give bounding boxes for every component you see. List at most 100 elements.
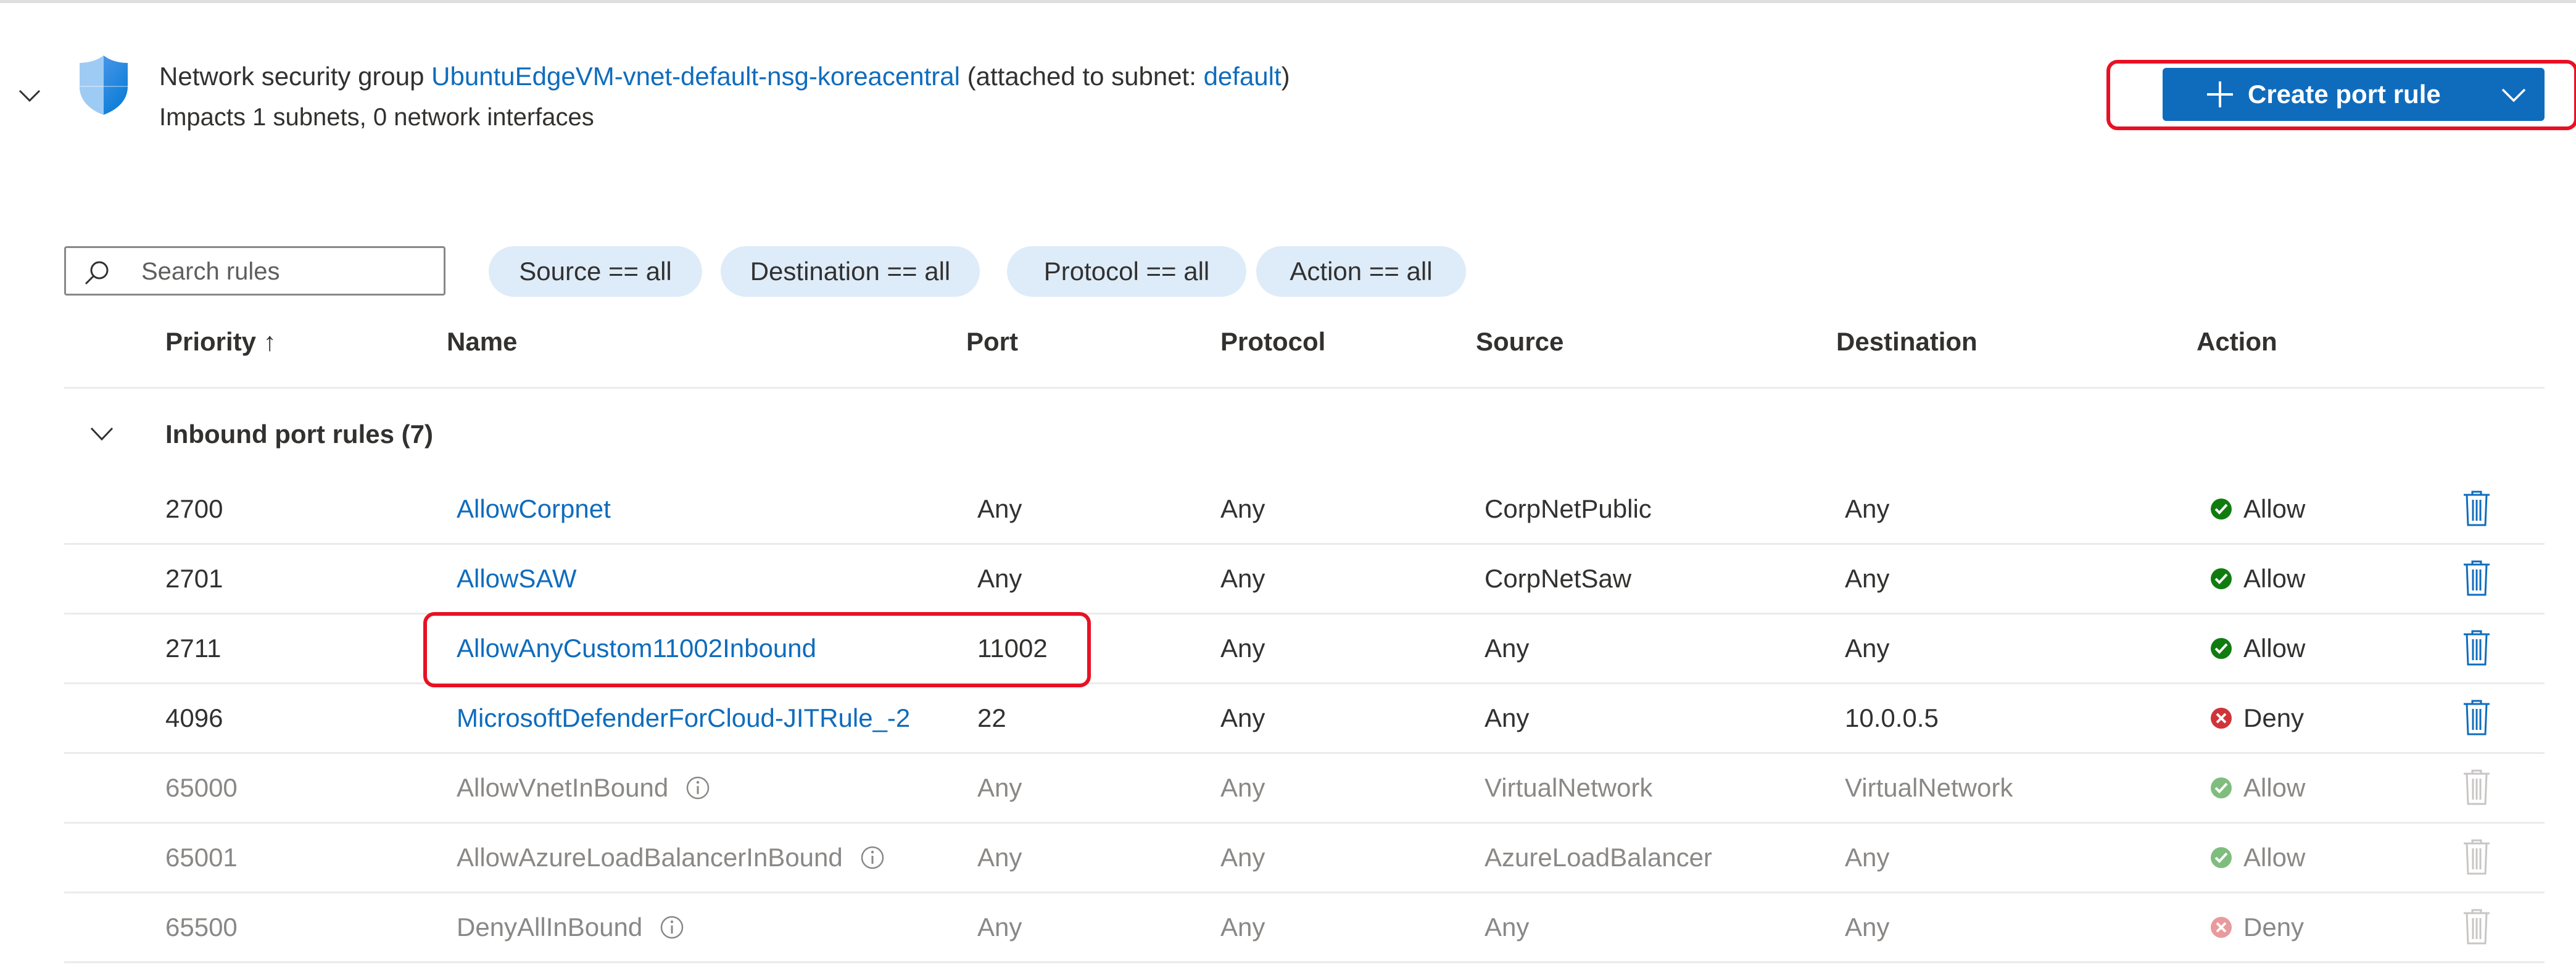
filter-source[interactable]: Source == all [489,246,702,297]
group-chevron-down-icon[interactable] [89,424,114,444]
rule-port: 22 [977,703,1006,732]
table-row[interactable]: 4096 MicrosoftDefenderForCloud-JITRule_-… [64,684,2545,754]
rule-protocol: Any [1220,843,1265,872]
rule-priority: 65001 [165,843,238,872]
rule-action: Allow [2210,824,2305,892]
rule-source: CorpNetPublic [1485,494,1652,523]
rule-source: AzureLoadBalancer [1485,843,1712,872]
column-header-action[interactable]: Action [2197,327,2277,357]
allow-check-icon [2211,638,2232,659]
filter-action[interactable]: Action == all [1256,246,1466,297]
delete-trash-icon-disabled [2464,769,2490,805]
delete-trash-icon[interactable] [2461,560,2492,597]
nsg-name-link[interactable]: UbuntuEdgeVM-vnet-default-nsg-koreacentr… [431,62,960,91]
delete-trash-icon[interactable] [2461,699,2492,736]
allow-check-icon [2211,847,2232,868]
rule-protocol: Any [1220,703,1265,732]
search-input[interactable] [141,254,431,289]
deny-x-icon [2211,917,2232,938]
column-header-port[interactable]: Port [966,327,1018,357]
column-header-source[interactable]: Source [1476,327,1563,357]
rule-priority: 2701 [165,564,223,593]
table-row[interactable]: 2700 AllowCorpnet Any Any CorpNetPublic … [64,475,2545,545]
rule-action: Allow [2210,475,2305,543]
column-header-priority[interactable]: Priority ↑ [165,327,276,357]
allow-check-icon [2211,499,2232,520]
rule-name-link[interactable]: AllowCorpnet [457,475,987,543]
nsg-title: Network security group UbuntuEdgeVM-vnet… [159,60,1290,93]
nsg-impacts: Impacts 1 subnets, 0 network interfaces [159,104,594,131]
rule-priority: 65000 [165,773,238,802]
table-row[interactable]: 65500 DenyAllInBound Any Any Any Any Den… [64,893,2545,963]
header-divider [64,387,2545,389]
rule-source: Any [1485,634,1530,663]
info-icon[interactable] [685,776,710,800]
rule-destination: Any [1845,494,1890,523]
deny-x-icon [2211,708,2232,729]
rule-destination: VirtualNetwork [1845,773,2013,802]
collapse-chevron-icon[interactable] [17,83,42,108]
rule-action: Allow [2210,615,2305,682]
column-header-name[interactable]: Name [447,327,517,357]
rule-destination: Any [1845,634,1890,663]
filter-destination[interactable]: Destination == all [721,246,980,297]
rule-protocol: Any [1220,564,1265,593]
rule-priority: 65500 [165,913,238,942]
column-header-destination[interactable]: Destination [1836,327,1978,357]
attached-suffix: ) [1281,62,1290,91]
rule-protocol: Any [1220,634,1265,663]
allow-check-icon [2211,568,2232,589]
allow-check-icon [2211,777,2232,798]
rule-action-label: Allow [2243,634,2306,663]
delete-trash-icon[interactable] [2461,490,2492,527]
rule-action-label: Allow [2243,773,2306,802]
delete-trash-icon[interactable] [2461,629,2492,666]
rule-action-label: Allow [2243,843,2306,872]
rule-priority: 2711 [165,634,222,663]
highlight-create-button [2106,60,2576,130]
rule-port: Any [977,494,1022,523]
rule-protocol: Any [1220,773,1265,802]
rule-name: DenyAllInBound [457,893,987,961]
rule-name-text: DenyAllInBound [457,913,643,942]
rule-port: Any [977,843,1022,872]
table-row[interactable]: 65001 AllowAzureLoadBalancerInBound Any … [64,824,2545,893]
rule-port: Any [977,773,1022,802]
rule-source: VirtualNetwork [1485,773,1653,802]
rule-name-text: AllowVnetInBound [457,773,669,802]
rule-action-label: Allow [2243,494,2306,523]
table-row[interactable]: 2701 AllowSAW Any Any CorpNetSaw Any All… [64,545,2545,615]
rule-action: Deny [2210,893,2304,961]
inbound-group-label: Inbound port rules (7) [165,420,433,449]
rule-source: CorpNetSaw [1485,564,1632,593]
rule-name-link[interactable]: AllowSAW [457,545,987,613]
rule-action: Deny [2210,684,2304,752]
info-icon[interactable] [860,845,885,870]
attached-prefix: (attached to subnet: [967,62,1204,91]
subnet-link[interactable]: default [1204,62,1282,91]
shield-icon [80,56,128,115]
rule-name-link[interactable]: MicrosoftDefenderForCloud-JITRule_-2 [457,684,988,752]
rule-action-label: Deny [2243,913,2305,942]
rule-port: Any [977,913,1022,942]
info-icon[interactable] [660,915,684,940]
rule-priority: 4096 [165,703,223,732]
rule-destination: Any [1845,913,1890,942]
table-row[interactable]: 65000 AllowVnetInBound Any Any VirtualNe… [64,754,2545,824]
filter-protocol[interactable]: Protocol == all [1007,246,1246,297]
top-divider [0,0,2576,3]
rule-action-label: Allow [2243,564,2306,593]
rule-source: Any [1485,913,1530,942]
search-icon [85,261,109,285]
rule-action: Allow [2210,545,2305,613]
rule-protocol: Any [1220,913,1265,942]
rule-action-label: Deny [2243,703,2305,732]
search-rules-box[interactable] [64,246,445,296]
rule-name: AllowVnetInBound [457,754,987,822]
delete-trash-icon-disabled [2464,909,2490,945]
rule-priority: 2700 [165,494,223,523]
column-header-protocol[interactable]: Protocol [1220,327,1325,357]
rule-source: Any [1485,703,1530,732]
nsg-prefix: Network security group [159,62,425,91]
rule-name-text: AllowAzureLoadBalancerInBound [457,843,843,872]
